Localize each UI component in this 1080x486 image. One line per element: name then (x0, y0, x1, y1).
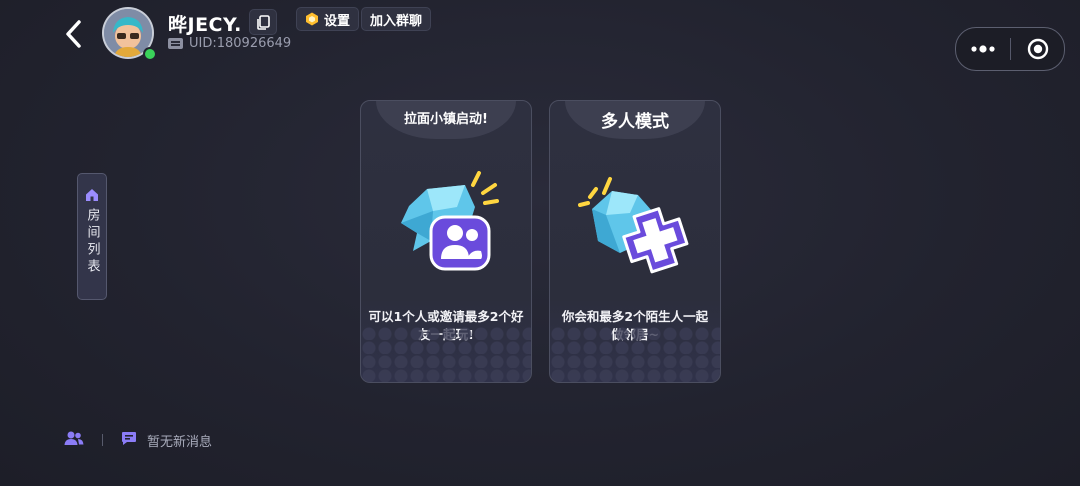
card-title-tab: 多人模式 (565, 101, 705, 139)
friends-button[interactable] (64, 430, 84, 450)
close-button[interactable] (1011, 28, 1064, 70)
join-group-button[interactable]: 加入群聊 (361, 7, 432, 31)
chevron-left-icon (66, 20, 81, 48)
card-pattern (550, 326, 720, 382)
card-pattern (361, 326, 531, 382)
mini-program-capsule (955, 27, 1065, 71)
copy-icon (257, 14, 270, 30)
hexagon-badge-icon (306, 12, 318, 26)
room-list-tab[interactable]: 房间列表 (77, 173, 107, 300)
card-title: 多人模式 (601, 111, 669, 132)
message-icon-wrap[interactable] (121, 431, 137, 450)
more-button[interactable] (956, 28, 1010, 70)
bottom-divider (102, 434, 103, 446)
close-circle-icon (1027, 38, 1048, 60)
uid-row: UID:180926649 (168, 36, 291, 51)
more-dots-icon (971, 45, 995, 53)
settings-button[interactable]: 设置 (296, 7, 360, 31)
copy-button[interactable] (249, 9, 277, 35)
solo-mode-card[interactable]: 拉面小镇启动! 可以1个人或邀请最多2个好友一起玩! (360, 100, 532, 383)
back-button[interactable] (62, 18, 86, 50)
bottom-bar: 暂无新消息 (64, 430, 212, 450)
card-title: 拉面小镇启动! (404, 111, 488, 127)
online-status-dot (143, 47, 157, 61)
friends-icon (64, 431, 84, 445)
room-list-label: 房间列表 (84, 208, 100, 276)
crystal-friends-icon (401, 171, 499, 271)
card-title-tab: 拉面小镇启动! (376, 101, 516, 139)
settings-label: 设置 (324, 13, 351, 29)
multiplayer-mode-card[interactable]: 多人模式 你会和最多2个陌生人一起做邻居~ (549, 100, 721, 383)
chat-bubble-icon (122, 431, 136, 445)
id-card-icon (168, 38, 183, 49)
message-status-text: 暂无新消息 (147, 434, 213, 450)
crystal-gamepad-icon (578, 177, 689, 274)
join-group-label: 加入群聊 (370, 13, 423, 29)
uid-text: UID:180926649 (189, 36, 292, 51)
username: 晔JECY. (168, 14, 242, 36)
home-icon (86, 189, 98, 201)
